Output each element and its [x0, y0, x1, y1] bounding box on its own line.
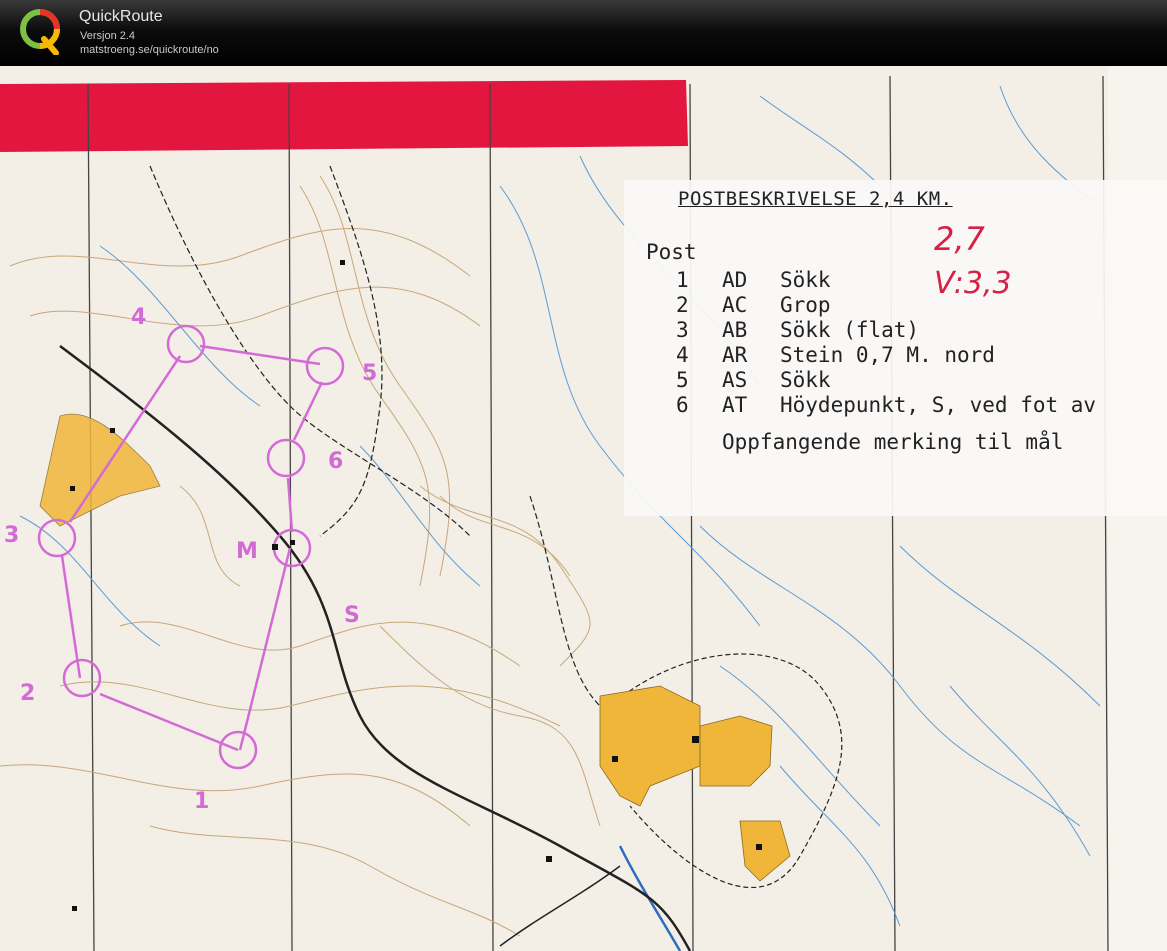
- control-label-3: 3: [4, 523, 19, 548]
- post-number: 3: [676, 318, 689, 342]
- post-description: Sökk: [780, 368, 831, 392]
- post-description: Sökk (flat): [780, 318, 920, 342]
- post-heading: Post: [646, 240, 697, 264]
- post-number: 4: [676, 343, 689, 367]
- legend-title: POSTBESKRIVELSE 2,4 KM.: [678, 188, 953, 210]
- post-description: Stein 0,7 M. nord: [780, 343, 995, 367]
- control-label-start: S: [344, 603, 360, 628]
- legend-footer: Oppfangende merking til mål: [722, 430, 1064, 454]
- post-code: AT: [722, 393, 748, 417]
- post-description: Sökk: [780, 268, 831, 292]
- app-version: Versjon 2.4: [80, 30, 136, 42]
- control-label-5: 5: [362, 361, 377, 386]
- control-description-sheet: POSTBESKRIVELSE 2,4 KM. 2,7 V:3,3 Post 1…: [624, 180, 1167, 516]
- title-bar: QuickRoute Versjon 2.4 matstroeng.se/qui…: [0, 0, 1167, 66]
- post-code: AS: [722, 368, 748, 392]
- handwritten-note: V:3,3: [934, 266, 1012, 301]
- post-description: Höydepunkt, S, ved fot av: [780, 393, 1097, 417]
- post-number: 2: [676, 293, 689, 317]
- app-url[interactable]: matstroeng.se/quickroute/no: [80, 44, 219, 56]
- post-code: AD: [722, 268, 748, 292]
- control-label-2: 2: [20, 681, 35, 706]
- handwritten-distance: 2,7: [934, 220, 985, 258]
- post-code: AB: [722, 318, 748, 342]
- app-title: QuickRoute: [79, 8, 163, 25]
- post-description: Grop: [780, 293, 831, 317]
- post-number: 1: [676, 268, 689, 292]
- control-label-6: 6: [328, 449, 343, 474]
- quickroute-logo-icon: [20, 9, 60, 55]
- control-label-finish: M: [236, 539, 258, 564]
- post-number: 5: [676, 368, 689, 392]
- orienteering-map[interactable]: 1 2 3 4 5 6 M S POSTBESKRIVELSE 2,4 KM. …: [0, 66, 1167, 951]
- post-number: 6: [676, 393, 689, 417]
- control-label-1: 1: [194, 789, 209, 814]
- red-band: [0, 80, 688, 152]
- post-code: AC: [722, 293, 748, 317]
- post-code: AR: [722, 343, 748, 367]
- control-label-4: 4: [131, 305, 146, 330]
